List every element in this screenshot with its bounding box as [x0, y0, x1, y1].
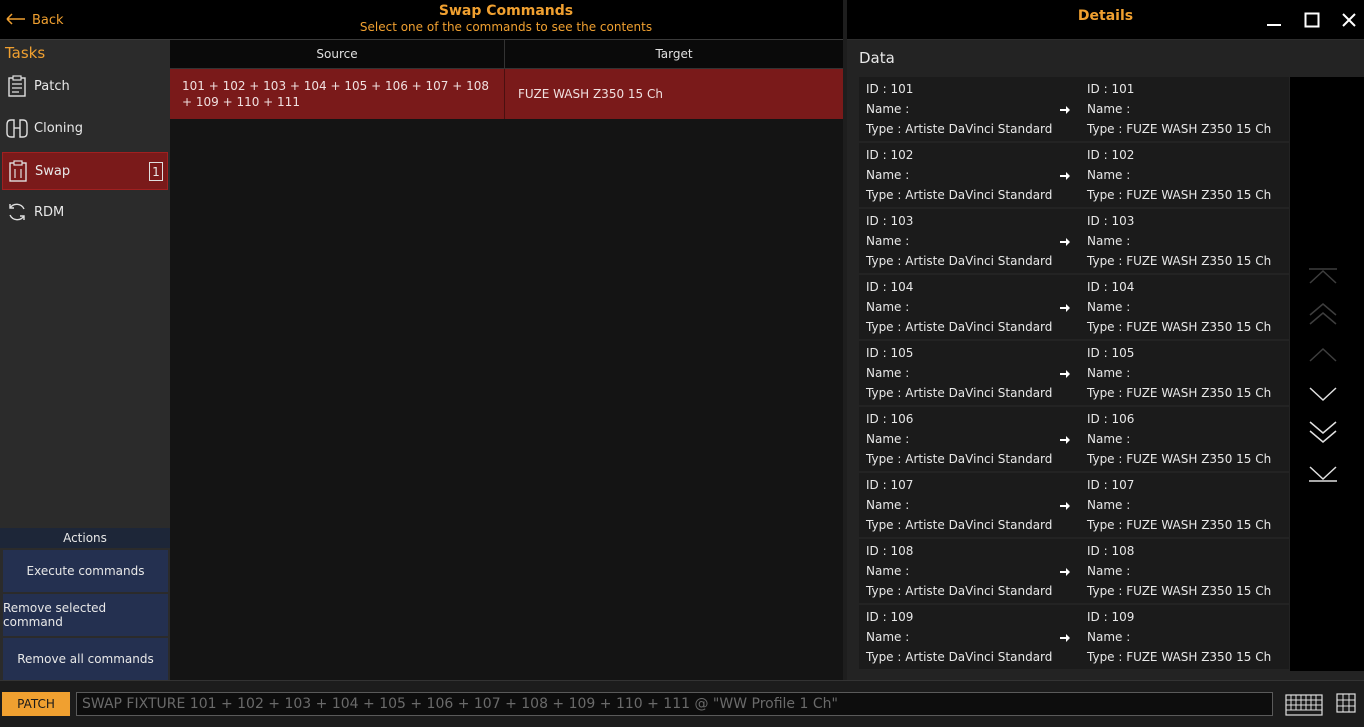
scroll-controls: [1290, 77, 1364, 671]
source-info: ID : 109 Name : Type : Artiste DaVinci Sta…: [866, 610, 1053, 664]
top-header: Back Swap Commands Select one of the com…: [0, 0, 843, 40]
target-info: ID : 102 Name : Type : FUZE WASH Z350 15 C…: [1087, 148, 1272, 202]
target-info: ID : 108 Name : Type : FUZE WASH Z350 15 C…: [1087, 544, 1272, 598]
list-item[interactable]: ID : 101 Name : Type : Artiste DaVinci Sta…: [859, 77, 1289, 141]
table-row[interactable]: 101 + 102 + 103 + 104 + 105 + 106 + 107 …: [170, 69, 843, 119]
remove-all-commands-button[interactable]: Remove all commands: [3, 638, 168, 680]
minimize-icon[interactable]: [1264, 10, 1284, 30]
target-info: ID : 106 Name : Type : FUZE WASH Z350 15 C…: [1087, 412, 1272, 466]
arrow-right-icon: [1059, 431, 1071, 447]
arrow-right-icon: [1059, 497, 1071, 513]
list-item[interactable]: ID : 107 Name : Type : Artiste DaVinci Sta…: [859, 473, 1289, 537]
source-info: ID : 105 Name : Type : Artiste DaVinci Sta…: [866, 346, 1053, 400]
details-list: ID : 101 Name : Type : Artiste DaVinci Sta…: [859, 77, 1289, 671]
list-item[interactable]: ID : 105 Name : Type : Artiste DaVinci Sta…: [859, 341, 1289, 405]
sidebar-item-swap[interactable]: Swap 1: [2, 152, 168, 190]
sidebar-item-label: Patch: [34, 78, 70, 94]
scroll-up-icon[interactable]: [1308, 340, 1338, 370]
row-source: 101 + 102 + 103 + 104 + 105 + 106 + 107 …: [170, 69, 505, 119]
source-info: ID : 104 Name : Type : Artiste DaVinci Sta…: [866, 280, 1053, 334]
arrow-right-icon: [1059, 233, 1071, 249]
remove-selected-command-button[interactable]: Remove selected command: [3, 594, 168, 636]
target-info: ID : 104 Name : Type : FUZE WASH Z350 15 C…: [1087, 280, 1272, 334]
arrow-right-icon: [1059, 629, 1071, 645]
list-item[interactable]: ID : 108 Name : Type : Artiste DaVinci Sta…: [859, 539, 1289, 603]
execute-commands-button[interactable]: Execute commands: [3, 550, 168, 592]
page-up-icon[interactable]: [1308, 299, 1338, 329]
list-item[interactable]: ID : 102 Name : Type : Artiste DaVinci Sta…: [859, 143, 1289, 207]
list-item[interactable]: ID : 104 Name : Type : Artiste DaVinci Sta…: [859, 275, 1289, 339]
source-info: ID : 102 Name : Type : Artiste DaVinci Sta…: [866, 148, 1053, 202]
target-info: ID : 101 Name : Type : FUZE WASH Z350 15 C…: [1087, 82, 1272, 136]
data-title: Data: [859, 49, 895, 67]
sidebar-item-label: Cloning: [34, 120, 83, 136]
sidebar-item-label: RDM: [34, 204, 65, 220]
list-item[interactable]: ID : 103 Name : Type : Artiste DaVinci Sta…: [859, 209, 1289, 273]
row-target: FUZE WASH Z350 15 Ch: [518, 87, 663, 101]
arrow-right-icon: [1059, 101, 1071, 117]
source-info: ID : 101 Name : Type : Artiste DaVinci Sta…: [866, 82, 1053, 136]
arrow-right-icon: [1059, 563, 1071, 579]
refresh-icon: [5, 200, 29, 224]
source-info: ID : 103 Name : Type : Artiste DaVinci Sta…: [866, 214, 1053, 268]
cloning-icon: [5, 116, 29, 140]
arrow-right-icon: [1059, 365, 1071, 381]
arrow-right-icon: [1059, 299, 1071, 315]
scroll-to-bottom-icon[interactable]: [1308, 458, 1338, 488]
command-line-input[interactable]: [76, 692, 1273, 716]
details-panel: Details Data ID : 101 Name : Type : Artist…: [847, 0, 1364, 680]
details-title: Details: [1077, 8, 1134, 24]
table-header: Source Target: [170, 40, 843, 69]
scroll-down-icon[interactable]: [1308, 379, 1338, 409]
list-item[interactable]: ID : 106 Name : Type : Artiste DaVinci Sta…: [859, 407, 1289, 471]
swap-icon: [6, 159, 30, 183]
target-info: ID : 105 Name : Type : FUZE WASH Z350 15 C…: [1087, 346, 1272, 400]
tasks-sidebar: Tasks Patch Cloning Swap 1 RDM Actions E…: [0, 40, 170, 680]
sidebar-item-rdm[interactable]: RDM: [2, 193, 168, 231]
sidebar-item-cloning[interactable]: Cloning: [2, 109, 168, 147]
scroll-to-top-icon[interactable]: [1308, 262, 1338, 292]
details-header: Details: [847, 0, 1364, 40]
column-header-source[interactable]: Source: [170, 40, 505, 68]
target-info: ID : 109 Name : Type : FUZE WASH Z350 15 C…: [1087, 610, 1272, 664]
swap-count-badge: 1: [149, 162, 163, 181]
arrow-right-icon: [1059, 167, 1071, 183]
sidebar-item-patch[interactable]: Patch: [2, 67, 168, 105]
page-down-icon[interactable]: [1308, 417, 1338, 447]
source-info: ID : 107 Name : Type : Artiste DaVinci Sta…: [866, 478, 1053, 532]
tasks-title: Tasks: [5, 44, 46, 62]
source-info: ID : 106 Name : Type : Artiste DaVinci Sta…: [866, 412, 1053, 466]
sidebar-item-label: Swap: [35, 163, 71, 179]
column-header-target[interactable]: Target: [505, 40, 843, 68]
close-icon[interactable]: [1339, 10, 1359, 30]
source-info: ID : 108 Name : Type : Artiste DaVinci Sta…: [866, 544, 1053, 598]
list-item[interactable]: ID : 109 Name : Type : Artiste DaVinci Sta…: [859, 605, 1289, 669]
clipboard-icon: [5, 74, 29, 98]
target-info: ID : 103 Name : Type : FUZE WASH Z350 15 C…: [1087, 214, 1272, 268]
keyboard-icon[interactable]: [1285, 694, 1323, 716]
commands-table: Source Target 101 + 102 + 103 + 104 + 10…: [170, 40, 843, 680]
actions-title: Actions: [0, 528, 170, 548]
patch-mode-button[interactable]: PATCH: [2, 692, 70, 716]
grid-icon[interactable]: [1336, 693, 1356, 713]
target-info: ID : 107 Name : Type : FUZE WASH Z350 15 C…: [1087, 478, 1272, 532]
maximize-icon[interactable]: [1302, 10, 1322, 30]
command-bar: PATCH: [0, 680, 1364, 727]
